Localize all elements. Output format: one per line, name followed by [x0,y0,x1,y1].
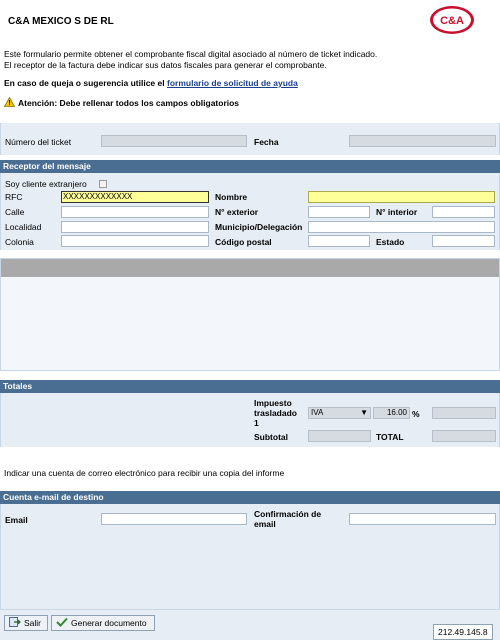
colonia-field[interactable] [61,235,209,247]
colonia-label: Colonia [5,237,34,247]
foreign-client-label: Soy cliente extranjero [5,179,87,189]
rfc-field[interactable]: XXXXXXXXXXXXX [61,191,209,203]
nombre-field[interactable] [308,191,495,203]
intro-line-2: El receptor de la factura debe indicar s… [4,60,327,70]
email-confirm-label: Confirmación de email [254,509,321,529]
ca-logo: C&A [428,4,476,36]
postal-code-label: Código postal [215,237,272,247]
totals-panel [0,393,500,447]
date-field[interactable] [349,135,496,147]
ticket-number-field[interactable] [101,135,247,147]
percent-label: % [412,409,420,419]
rfc-label: RFC [5,192,23,202]
exit-label: Salir [24,618,42,628]
email-label: Email [5,515,28,525]
exit-icon [9,617,21,629]
email-confirm-line-1: Confirmación de [254,509,322,519]
ticket-number-label: Número del ticket [5,137,72,147]
exit-button[interactable]: Salir [4,615,48,631]
tax-label-line-2: trasladado [254,408,297,418]
totals-header: Totales [0,380,500,393]
email-info-text: Indicar una cuenta de correo electrónico… [4,468,285,478]
foreign-client-checkbox[interactable] [99,180,107,188]
items-grid-header [1,259,499,277]
tax-label-line-1: Impuesto [254,398,292,408]
warning-icon [3,96,16,109]
tax-type-value: IVA [311,408,324,417]
localidad-label: Localidad [5,222,42,232]
exterior-number-label: N° exterior [215,207,259,217]
email-confirm-field[interactable] [349,513,496,525]
interior-number-label: N° interior [376,207,418,217]
tax-label-line-3: 1 [254,418,259,428]
tax-amount-field[interactable] [432,407,496,419]
receptor-header: Receptor del mensaje [0,160,500,173]
subtotal-label: Subtotal [254,432,288,442]
complaint-prefix: En caso de queja o sugerencia utilice el [4,78,165,88]
estado-label: Estado [376,237,405,247]
logo-text: C&A [440,15,464,27]
calle-field[interactable] [61,206,209,218]
chevron-down-icon: ▼ [360,408,368,417]
email-header: Cuenta e-mail de destino [0,491,500,504]
items-grid [0,258,500,371]
subtotal-field[interactable] [308,430,371,442]
company-name: C&A MEXICO S DE RL [8,16,114,27]
generate-document-label: Generar documento [71,618,147,628]
complaint-text: En caso de queja o sugerencia utilice el… [4,78,298,88]
checkmark-icon [56,617,68,629]
ip-address: 212.49.145.8 [433,624,493,640]
tax-label: Impuesto trasladado 1 [254,398,297,428]
email-confirm-line-2: email [254,519,276,529]
total-label: TOTAL [376,432,404,442]
interior-number-field[interactable] [432,206,495,218]
localidad-field[interactable] [61,221,209,233]
warning-text: Atención: Debe rellenar todos los campos… [18,98,240,108]
total-field[interactable] [432,430,496,442]
exterior-number-field[interactable] [308,206,370,218]
nombre-label: Nombre [215,192,248,202]
municipio-label: Municipio/Delegación [215,222,303,232]
postal-code-field[interactable] [308,235,370,247]
date-label: Fecha [254,137,279,147]
tax-rate-field[interactable]: 16.00 [373,407,410,419]
municipio-field[interactable] [308,221,495,233]
warning-message: Atención: Debe rellenar todos los campos… [3,96,240,109]
tax-type-select[interactable]: IVA ▼ [308,407,371,419]
email-field[interactable] [101,513,247,525]
estado-field[interactable] [432,235,495,247]
calle-label: Calle [5,207,25,217]
generate-document-button[interactable]: Generar documento [51,615,155,631]
intro-line-1: Este formulario permite obtener el compr… [4,49,378,59]
intro-text: Este formulario permite obtener el compr… [4,49,474,71]
help-form-link[interactable]: formulario de solicitud de ayuda [167,78,298,88]
